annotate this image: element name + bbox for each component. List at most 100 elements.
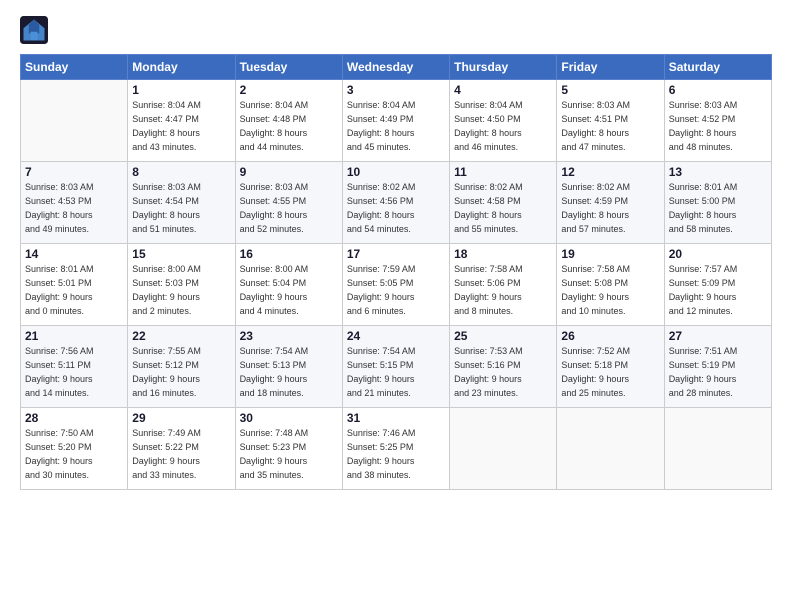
day-number: 4	[454, 83, 552, 97]
day-cell: 2 Sunrise: 8:04 AMSunset: 4:48 PMDaylight…	[235, 80, 342, 162]
day-number: 19	[561, 247, 659, 261]
day-info: Sunrise: 8:00 AMSunset: 5:03 PMDaylight:…	[132, 263, 230, 319]
header-row: SundayMondayTuesdayWednesdayThursdayFrid…	[21, 55, 772, 80]
day-number: 9	[240, 165, 338, 179]
day-cell: 9 Sunrise: 8:03 AMSunset: 4:55 PMDaylight…	[235, 162, 342, 244]
day-cell: 19 Sunrise: 7:58 AMSunset: 5:08 PMDayligh…	[557, 244, 664, 326]
day-info: Sunrise: 8:03 AMSunset: 4:55 PMDaylight:…	[240, 181, 338, 237]
day-number: 24	[347, 329, 445, 343]
week-row-3: 14 Sunrise: 8:01 AMSunset: 5:01 PMDayligh…	[21, 244, 772, 326]
day-info: Sunrise: 8:03 AMSunset: 4:54 PMDaylight:…	[132, 181, 230, 237]
day-info: Sunrise: 7:51 AMSunset: 5:19 PMDaylight:…	[669, 345, 767, 401]
col-header-monday: Monday	[128, 55, 235, 80]
day-info: Sunrise: 7:46 AMSunset: 5:25 PMDaylight:…	[347, 427, 445, 483]
day-info: Sunrise: 7:57 AMSunset: 5:09 PMDaylight:…	[669, 263, 767, 319]
day-cell: 17 Sunrise: 7:59 AMSunset: 5:05 PMDayligh…	[342, 244, 449, 326]
day-cell	[557, 408, 664, 490]
day-number: 18	[454, 247, 552, 261]
day-cell: 26 Sunrise: 7:52 AMSunset: 5:18 PMDayligh…	[557, 326, 664, 408]
day-info: Sunrise: 7:58 AMSunset: 5:08 PMDaylight:…	[561, 263, 659, 319]
day-number: 2	[240, 83, 338, 97]
day-number: 27	[669, 329, 767, 343]
day-cell: 27 Sunrise: 7:51 AMSunset: 5:19 PMDayligh…	[664, 326, 771, 408]
day-number: 15	[132, 247, 230, 261]
day-info: Sunrise: 8:02 AMSunset: 4:56 PMDaylight:…	[347, 181, 445, 237]
day-info: Sunrise: 8:00 AMSunset: 5:04 PMDaylight:…	[240, 263, 338, 319]
col-header-friday: Friday	[557, 55, 664, 80]
week-row-5: 28Sunrise: 7:50 AMSunset: 5:20 PMDayligh…	[21, 408, 772, 490]
day-info: Sunrise: 7:55 AMSunset: 5:12 PMDaylight:…	[132, 345, 230, 401]
day-info: Sunrise: 8:02 AMSunset: 4:58 PMDaylight:…	[454, 181, 552, 237]
day-info: Sunrise: 7:49 AMSunset: 5:22 PMDaylight:…	[132, 427, 230, 483]
day-number: 8	[132, 165, 230, 179]
logo-icon	[20, 16, 48, 44]
day-cell: 30 Sunrise: 7:48 AMSunset: 5:23 PMDayligh…	[235, 408, 342, 490]
day-info: Sunrise: 8:01 AMSunset: 5:01 PMDaylight:…	[25, 263, 123, 319]
day-number: 16	[240, 247, 338, 261]
day-cell: 5Sunrise: 8:03 AMSunset: 4:51 PMDaylight…	[557, 80, 664, 162]
day-cell: 20 Sunrise: 7:57 AMSunset: 5:09 PMDayligh…	[664, 244, 771, 326]
day-cell: 12Sunrise: 8:02 AMSunset: 4:59 PMDayligh…	[557, 162, 664, 244]
day-number: 21	[25, 329, 123, 343]
day-cell: 16 Sunrise: 8:00 AMSunset: 5:04 PMDayligh…	[235, 244, 342, 326]
day-cell: 31 Sunrise: 7:46 AMSunset: 5:25 PMDayligh…	[342, 408, 449, 490]
calendar-header: SundayMondayTuesdayWednesdayThursdayFrid…	[21, 55, 772, 80]
day-info: Sunrise: 7:58 AMSunset: 5:06 PMDaylight:…	[454, 263, 552, 319]
day-cell: 15 Sunrise: 8:00 AMSunset: 5:03 PMDayligh…	[128, 244, 235, 326]
day-cell: 14 Sunrise: 8:01 AMSunset: 5:01 PMDayligh…	[21, 244, 128, 326]
day-number: 20	[669, 247, 767, 261]
day-cell: 25Sunrise: 7:53 AMSunset: 5:16 PMDayligh…	[450, 326, 557, 408]
col-header-wednesday: Wednesday	[342, 55, 449, 80]
day-cell: 4 Sunrise: 8:04 AMSunset: 4:50 PMDaylight…	[450, 80, 557, 162]
calendar-table: SundayMondayTuesdayWednesdayThursdayFrid…	[20, 54, 772, 490]
day-cell: 8 Sunrise: 8:03 AMSunset: 4:54 PMDaylight…	[128, 162, 235, 244]
calendar-body: 1Sunrise: 8:04 AMSunset: 4:47 PMDaylight…	[21, 80, 772, 490]
day-cell	[21, 80, 128, 162]
day-cell: 21 Sunrise: 7:56 AMSunset: 5:11 PMDayligh…	[21, 326, 128, 408]
day-number: 12	[561, 165, 659, 179]
week-row-4: 21 Sunrise: 7:56 AMSunset: 5:11 PMDayligh…	[21, 326, 772, 408]
col-header-thursday: Thursday	[450, 55, 557, 80]
col-header-sunday: Sunday	[21, 55, 128, 80]
day-info: Sunrise: 7:48 AMSunset: 5:23 PMDaylight:…	[240, 427, 338, 483]
page-header	[20, 16, 772, 44]
day-cell	[664, 408, 771, 490]
day-cell: 28Sunrise: 7:50 AMSunset: 5:20 PMDayligh…	[21, 408, 128, 490]
day-info: Sunrise: 7:52 AMSunset: 5:18 PMDaylight:…	[561, 345, 659, 401]
day-info: Sunrise: 7:54 AMSunset: 5:15 PMDaylight:…	[347, 345, 445, 401]
day-number: 6	[669, 83, 767, 97]
day-info: Sunrise: 8:01 AMSunset: 5:00 PMDaylight:…	[669, 181, 767, 237]
day-number: 23	[240, 329, 338, 343]
day-number: 7	[25, 165, 123, 179]
day-cell: 23 Sunrise: 7:54 AMSunset: 5:13 PMDayligh…	[235, 326, 342, 408]
day-cell: 11Sunrise: 8:02 AMSunset: 4:58 PMDayligh…	[450, 162, 557, 244]
day-number: 10	[347, 165, 445, 179]
day-number: 31	[347, 411, 445, 425]
day-cell: 22 Sunrise: 7:55 AMSunset: 5:12 PMDayligh…	[128, 326, 235, 408]
day-cell: 24 Sunrise: 7:54 AMSunset: 5:15 PMDayligh…	[342, 326, 449, 408]
day-info: Sunrise: 7:59 AMSunset: 5:05 PMDaylight:…	[347, 263, 445, 319]
day-number: 5	[561, 83, 659, 97]
day-number: 17	[347, 247, 445, 261]
day-cell: 6 Sunrise: 8:03 AMSunset: 4:52 PMDaylight…	[664, 80, 771, 162]
day-number: 30	[240, 411, 338, 425]
day-info: Sunrise: 8:04 AMSunset: 4:50 PMDaylight:…	[454, 99, 552, 155]
day-cell: 13Sunrise: 8:01 AMSunset: 5:00 PMDayligh…	[664, 162, 771, 244]
day-cell: 18 Sunrise: 7:58 AMSunset: 5:06 PMDayligh…	[450, 244, 557, 326]
day-number: 14	[25, 247, 123, 261]
day-number: 26	[561, 329, 659, 343]
day-info: Sunrise: 8:03 AMSunset: 4:52 PMDaylight:…	[669, 99, 767, 155]
day-cell	[450, 408, 557, 490]
day-info: Sunrise: 7:54 AMSunset: 5:13 PMDaylight:…	[240, 345, 338, 401]
day-number: 22	[132, 329, 230, 343]
day-cell: 29 Sunrise: 7:49 AMSunset: 5:22 PMDayligh…	[128, 408, 235, 490]
day-cell: 10 Sunrise: 8:02 AMSunset: 4:56 PMDayligh…	[342, 162, 449, 244]
day-cell: 1Sunrise: 8:04 AMSunset: 4:47 PMDaylight…	[128, 80, 235, 162]
day-number: 3	[347, 83, 445, 97]
day-number: 28	[25, 411, 123, 425]
day-info: Sunrise: 8:04 AMSunset: 4:48 PMDaylight:…	[240, 99, 338, 155]
col-header-saturday: Saturday	[664, 55, 771, 80]
day-number: 29	[132, 411, 230, 425]
day-info: Sunrise: 7:56 AMSunset: 5:11 PMDaylight:…	[25, 345, 123, 401]
day-number: 1	[132, 83, 230, 97]
